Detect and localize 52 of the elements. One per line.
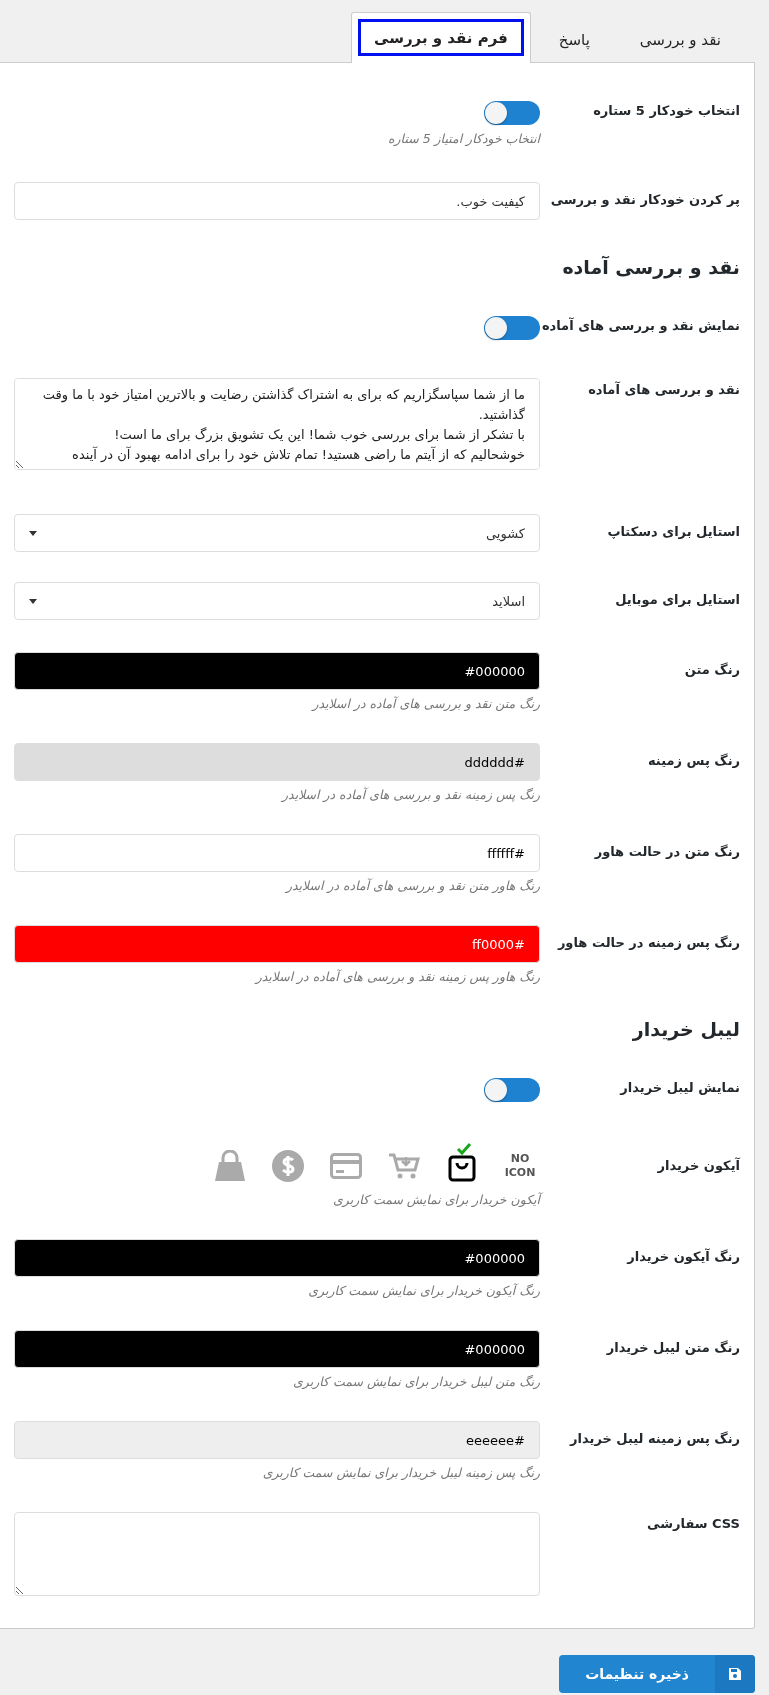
color-field[interactable]: #000000 — [14, 1239, 540, 1277]
field-description: رنگ متن نقد و بررسی های آماده در اسلایدر — [312, 696, 540, 711]
color-field[interactable]: #ff0000 — [14, 925, 540, 963]
toggle-switch[interactable] — [484, 101, 540, 125]
color-field[interactable]: #eeeeee — [14, 1421, 540, 1459]
field-label: پر کردن خودکار نقد و بررسی — [549, 191, 740, 209]
color-field[interactable]: #dddddd — [14, 743, 540, 781]
toggle-switch[interactable] — [484, 1078, 540, 1102]
field-label: استایل برای دسکتاپ — [606, 523, 740, 541]
dropdown[interactable]: اسلاید — [14, 582, 540, 620]
tab[interactable]: پاسخ — [536, 18, 612, 62]
dollar-coin-icon[interactable] — [272, 1150, 304, 1182]
field-description: رنگ پس زمینه لیبل خریدار برای نمایش سمت کاربری — [262, 1465, 540, 1480]
credit-card-icon[interactable] — [330, 1153, 362, 1179]
field-label: رنگ متن در حالت هاور — [593, 843, 740, 861]
field-description: رنگ پس زمینه نقد و بررسی های آماده در اسلایدر — [282, 787, 540, 802]
text-area[interactable] — [14, 1512, 540, 1596]
caret-icon — [29, 530, 37, 536]
field-description: رنگ متن لیبل خریدار برای نمایش سمت کاربری — [293, 1374, 540, 1389]
tab[interactable]: نقد و بررسی — [617, 18, 743, 62]
color-field[interactable]: #000000 — [14, 1330, 540, 1368]
field-label: رنگ پس زمینه لیبل خریدار — [568, 1430, 740, 1448]
field-label: نمایش نقد و بررسی های آماده — [540, 316, 740, 335]
cart-icon[interactable] — [388, 1152, 420, 1180]
save-button[interactable]: ذخیره تنظیمات — [559, 1655, 755, 1693]
toggle-switch[interactable] — [484, 316, 540, 340]
field-description: رنگ هاور متن نقد و بررسی های آماده در اسلایدر — [286, 878, 540, 893]
field-description: رنگ هاور پس زمینه نقد و بررسی های آماده در اسلایدر — [255, 969, 540, 984]
field-label: CSS سفارشی — [646, 1515, 740, 1533]
caret-icon — [29, 598, 37, 604]
check-icon — [456, 1142, 472, 1156]
field-label: رنگ متن — [683, 661, 740, 679]
field-label: رنگ پس زمینه — [647, 752, 740, 770]
text-field[interactable]: کیفیت خوب. — [14, 182, 540, 220]
section-heading: نقد و بررسی آماده — [561, 256, 740, 278]
text-area[interactable]: ما از شما سپاسگزاریم که برای به اشتراک گذاشتن رضایت و بالاترین امتیاز خود با ما وقت گذاشتید. با تشکر از شما برای بررسی خوب شما! این یک تشویق بزرگ برای ما است! خوشحالیم که از آیتم ما راضی هستید! تمام تلاش خود را برای ادامه بهبود آن در آینده — [14, 378, 540, 470]
field-label: نقد و بررسی های آماده — [587, 380, 740, 399]
color-field[interactable]: #ffffff — [14, 834, 540, 872]
field-label: رنگ پس زمینه در حالت هاور — [556, 934, 740, 952]
field-label: استایل برای موبایل — [614, 591, 740, 609]
field-label: رنگ آیکون خریدار — [625, 1247, 740, 1266]
tab[interactable]: فرم نقد و بررسی — [351, 12, 531, 63]
field-label: رنگ متن لیبل خریدار — [605, 1339, 740, 1357]
field-label: نمایش لیبل خریدار — [618, 1079, 740, 1097]
dropdown[interactable]: کشویی — [14, 514, 540, 552]
field-label: انتخاب خودکار 5 ستاره — [592, 102, 740, 120]
field-description: انتخاب خودکار امتیاز 5 ستاره — [388, 131, 540, 146]
no-icon-label[interactable]: NO ICON — [500, 1152, 540, 1180]
section-heading: لیبل خریدار — [631, 1018, 740, 1040]
field-description: رنگ آیکون خریدار برای نمایش سمت کاربری — [308, 1283, 540, 1298]
handbag-icon[interactable] — [213, 1150, 247, 1182]
color-field[interactable]: #000000 — [14, 652, 540, 690]
